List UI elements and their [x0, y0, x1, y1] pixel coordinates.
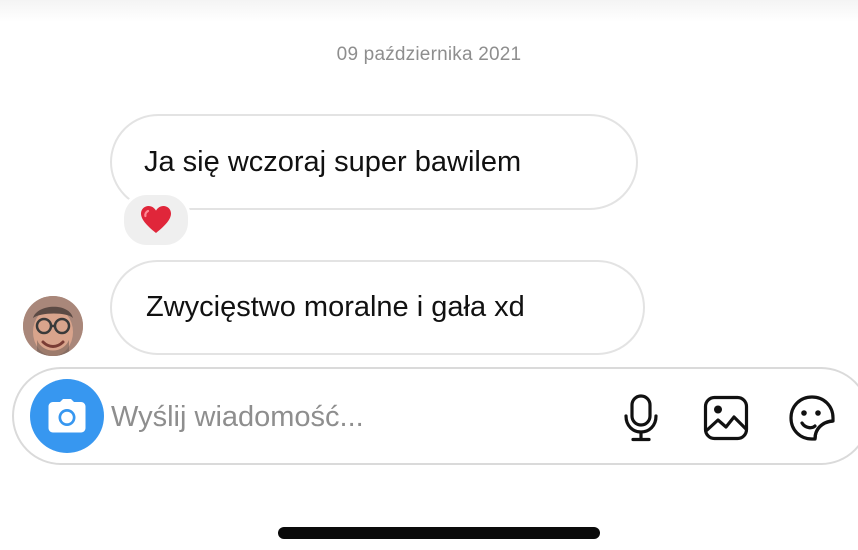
gallery-button[interactable] [700, 392, 752, 444]
avatar-image [23, 296, 83, 356]
message-bubble[interactable]: Zwycięstwo moralne i gała xd [110, 260, 645, 355]
heart-reaction[interactable] [121, 192, 191, 248]
sticker-icon [789, 395, 835, 441]
camera-button[interactable] [30, 379, 104, 453]
camera-icon [48, 399, 86, 433]
microphone-icon [624, 394, 658, 442]
top-fade [0, 0, 858, 22]
voice-message-button[interactable] [615, 392, 667, 444]
message-composer [12, 367, 858, 465]
date-separator: 09 października 2021 [336, 44, 522, 65]
gallery-icon [703, 395, 749, 441]
message-input[interactable] [111, 393, 591, 441]
message-bubble[interactable]: Ja się wczoraj super bawilem [110, 114, 638, 210]
dm-thread-screen: 09 października 2021 Ja się wczoraj supe… [0, 0, 858, 550]
message-text: Ja się wczoraj super bawilem [144, 145, 522, 178]
message-text: Zwycięstwo moralne i gała xd [146, 291, 525, 323]
home-indicator[interactable] [278, 527, 600, 539]
sticker-button[interactable] [786, 392, 838, 444]
heart-icon [141, 206, 171, 233]
avatar[interactable] [23, 296, 83, 356]
